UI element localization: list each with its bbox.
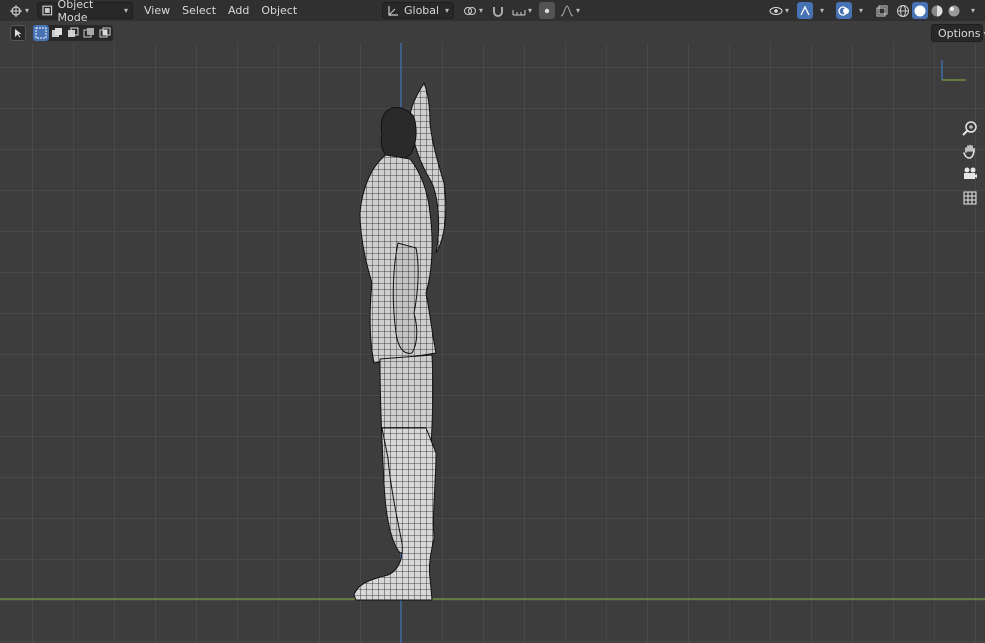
select-intersect-icon (99, 27, 111, 38)
transform-orientation-dropdown[interactable]: Global ▾ (382, 2, 454, 19)
solid-sphere-icon (914, 5, 926, 16)
shading-solid-button[interactable] (912, 2, 928, 19)
camera-view-button[interactable] (960, 164, 980, 184)
object-mode-icon (42, 5, 53, 16)
chevron-down-icon: ▾ (784, 6, 789, 15)
falloff-curve-icon (560, 4, 574, 16)
pan-button[interactable] (960, 141, 980, 161)
rendered-sphere-icon (948, 5, 960, 16)
viewport-canvas[interactable] (0, 43, 985, 643)
overlays-icon (838, 5, 849, 16)
grid-icon (963, 191, 977, 205)
mode-label: Object Mode (57, 0, 94, 24)
active-tool-button[interactable] (10, 25, 26, 41)
overlays-toggle[interactable] (836, 2, 852, 19)
chevron-down-icon: ▾ (478, 6, 483, 15)
viewport-header: ▾ Object Mode ▾ View Select Add Object G… (0, 0, 985, 24)
select-set-icon (35, 27, 47, 39)
eye-icon (769, 6, 783, 15)
orientation-icon (388, 5, 398, 16)
material-sphere-icon (931, 5, 943, 16)
chevron-down-icon: ▾ (444, 6, 449, 15)
chevron-down-icon: ▾ (24, 6, 29, 15)
selection-mode-group (33, 25, 113, 41)
3d-viewport[interactable] (0, 43, 985, 643)
shading-rendered-button[interactable] (946, 2, 962, 19)
chevron-down-icon: ▾ (970, 6, 975, 15)
menu-select[interactable]: Select (176, 2, 222, 19)
xray-icon (876, 5, 888, 16)
mode-dropdown[interactable]: Object Mode ▾ (37, 0, 133, 24)
camera-icon (964, 167, 977, 179)
chevron-down-icon: ▾ (819, 6, 824, 15)
wireframe-sphere-icon (897, 4, 909, 17)
chevron-down-icon: ▾ (123, 6, 128, 15)
shading-dropdown[interactable]: ▾ (965, 2, 979, 19)
falloff-dropdown[interactable]: ▾ (557, 2, 583, 19)
gizmo-toggle[interactable] (797, 2, 813, 19)
selection-mode-subtract[interactable] (65, 25, 81, 41)
shading-material-button[interactable] (929, 2, 945, 19)
chevron-down-icon: ▾ (858, 6, 863, 15)
snap-toggle[interactable] (490, 2, 506, 19)
snap-target-button[interactable]: ▾ (508, 2, 536, 19)
overlays-dropdown[interactable]: ▾ (853, 2, 867, 19)
magnet-icon (493, 6, 503, 17)
xray-toggle[interactable] (874, 2, 890, 19)
select-extend-icon (52, 28, 62, 37)
chevron-down-icon: ▾ (575, 6, 580, 15)
selection-mode-extend[interactable] (49, 25, 65, 41)
pivot-point-button[interactable]: ▾ (460, 2, 486, 19)
proportional-edit-toggle[interactable] (539, 2, 555, 19)
select-subtract-icon (68, 27, 79, 37)
gizmo-icon (800, 5, 810, 15)
select-box-icon (15, 29, 22, 38)
pivot-icon (463, 6, 476, 15)
options-dropdown[interactable]: Options ▾ (931, 24, 985, 42)
selection-mode-set[interactable] (33, 25, 49, 41)
hand-pan-icon (963, 144, 975, 159)
select-invert-icon (83, 28, 94, 38)
ortho-persp-button[interactable] (960, 188, 980, 208)
chevron-down-icon: ▾ (527, 6, 532, 15)
zoom-button[interactable] (960, 118, 980, 138)
zoom-icon (962, 121, 977, 136)
orientation-label: Global (404, 4, 440, 17)
menu-add[interactable]: Add (222, 2, 255, 19)
shading-wireframe-button[interactable] (895, 2, 911, 19)
selection-mode-intersect[interactable] (97, 25, 113, 41)
selection-mode-invert[interactable] (81, 25, 97, 41)
snap-increment-icon (512, 9, 526, 15)
proportional-edit-icon (544, 8, 550, 13)
tool-settings-bar (0, 21, 985, 43)
menu-object[interactable]: Object (255, 2, 303, 19)
gizmo-dropdown[interactable]: ▾ (814, 2, 828, 19)
visibility-button[interactable]: ▾ (765, 2, 793, 19)
editor-type-button[interactable]: ▾ (5, 2, 33, 19)
options-label: Options (938, 26, 981, 40)
grid-floor (0, 43, 985, 643)
menu-view[interactable]: View (138, 2, 176, 19)
editor-type-icon (9, 4, 22, 17)
